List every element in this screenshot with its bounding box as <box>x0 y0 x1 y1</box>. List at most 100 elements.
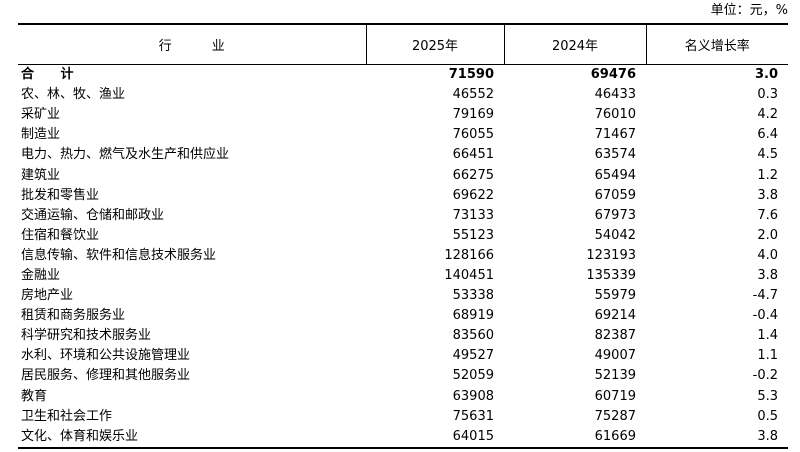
table-body: 合 计 71590 69476 3.0 农、林、牧、渔业 46552 46433 0.3 采矿业… <box>18 65 788 449</box>
value-2025: 73133 <box>452 207 494 223</box>
industry-name: 金融业 <box>21 267 61 283</box>
table-row: 制造业 76055 71467 6.4 <box>18 125 788 145</box>
header-growth: 名义增长率 <box>645 23 788 65</box>
value-2025: 66451 <box>452 147 494 163</box>
value-2024: 65494 <box>594 167 636 183</box>
industry-name: 水利、环境和公共设施管理业 <box>21 348 191 364</box>
table-row: 电力、热力、燃气及水生产和供应业 66451 63574 4.5 <box>18 145 788 165</box>
table-row: 农、林、牧、渔业 46552 46433 0.3 <box>18 85 788 105</box>
value-2024: 60719 <box>594 388 636 404</box>
growth-rate: 4.5 <box>757 147 778 163</box>
value-2024: 55979 <box>594 288 636 304</box>
value-2024: 49007 <box>594 348 636 364</box>
table-row: 金融业 140451 135339 3.8 <box>18 266 788 286</box>
growth-rate: 0.5 <box>757 408 778 424</box>
growth-rate: -0.4 <box>752 308 778 324</box>
industry-name: 交通运输、仓储和邮政业 <box>21 207 165 223</box>
table-row: 租赁和商务服务业 68919 69214 -0.4 <box>18 306 788 326</box>
growth-rate: 3.8 <box>757 267 778 283</box>
industry-name: 文化、体育和娱乐业 <box>18 426 366 449</box>
table-row: 文化、体育和娱乐业 64015 61669 3.8 <box>18 426 788 449</box>
table-row: 住宿和餐饮业 55123 54042 2.0 <box>18 226 788 246</box>
value-2025: 53338 <box>452 288 494 304</box>
value-2025: 76055 <box>452 127 494 143</box>
wage-table: 行 业 2025年 2024年 名义增长率 合 计 71590 69476 3.0 农、… <box>18 23 788 449</box>
table-row: 信息传输、软件和信息技术服务业 128166 123193 4.0 <box>18 246 788 266</box>
industry-name: 住宿和餐饮业 <box>21 227 100 243</box>
industry-name: 批发和零售业 <box>21 187 100 203</box>
growth-rate: 1.1 <box>757 348 778 364</box>
table-row: 居民服务、修理和其他服务业 52059 52139 -0.2 <box>18 366 788 386</box>
value-2024: 135339 <box>586 267 636 283</box>
growth-rate: 3.8 <box>646 426 788 449</box>
header-industry: 行 业 <box>18 23 366 65</box>
growth-rate: 3.8 <box>757 187 778 203</box>
table-row: 水利、环境和公共设施管理业 49527 49007 1.1 <box>18 346 788 366</box>
value-2025: 66275 <box>452 167 494 183</box>
value-2024: 67059 <box>594 187 636 203</box>
industry-name: 采矿业 <box>21 107 61 123</box>
value-2025: 64015 <box>366 426 504 449</box>
value-2025: 55123 <box>452 227 494 243</box>
header-2025: 2025年 <box>365 23 504 65</box>
value-2024: 69476 <box>590 67 636 83</box>
value-2024: 46433 <box>594 87 636 103</box>
value-2024: 75287 <box>594 408 636 424</box>
table-row: 科学研究和技术服务业 83560 82387 1.4 <box>18 326 788 346</box>
growth-rate: 6.4 <box>757 127 778 143</box>
value-2025: 68919 <box>452 308 494 324</box>
industry-name: 租赁和商务服务业 <box>21 308 126 324</box>
table-row: 交通运输、仓储和邮政业 73133 67973 7.6 <box>18 206 788 226</box>
value-2024: 123193 <box>586 247 636 263</box>
growth-rate: 4.0 <box>757 247 778 263</box>
growth-rate: 2.0 <box>757 227 778 243</box>
industry-name: 教育 <box>21 388 48 404</box>
industry-name: 农、林、牧、渔业 <box>21 87 126 103</box>
growth-rate: 5.3 <box>757 388 778 404</box>
header-2024: 2024年 <box>503 23 646 65</box>
growth-rate: 3.0 <box>754 67 778 83</box>
table-row: 建筑业 66275 65494 1.2 <box>18 165 788 185</box>
value-2025: 140451 <box>444 267 494 283</box>
value-2024: 69214 <box>594 308 636 324</box>
growth-rate: 1.2 <box>757 167 778 183</box>
growth-rate: 0.3 <box>757 87 778 103</box>
value-2025: 83560 <box>452 328 494 344</box>
value-2025: 46552 <box>452 87 494 103</box>
header-row: 行 业 2025年 2024年 名义增长率 <box>18 23 788 65</box>
value-2025: 75631 <box>452 408 494 424</box>
growth-rate: -4.7 <box>752 288 778 304</box>
value-2024: 82387 <box>594 328 636 344</box>
value-2024: 61669 <box>504 426 646 449</box>
value-2025: 49527 <box>452 348 494 364</box>
value-2025: 128166 <box>444 247 494 263</box>
value-2025: 63908 <box>452 388 494 404</box>
table-row: 教育 63908 60719 5.3 <box>18 387 788 407</box>
industry-name: 卫生和社会工作 <box>21 408 113 424</box>
growth-rate: 1.4 <box>757 328 778 344</box>
industry-name: 合 计 <box>21 67 85 83</box>
unit-label: 单位：元，% <box>710 3 788 18</box>
value-2024: 71467 <box>594 127 636 143</box>
value-2024: 63574 <box>594 147 636 163</box>
value-2025: 52059 <box>452 368 494 384</box>
industry-name: 科学研究和技术服务业 <box>21 328 152 344</box>
table-row: 卫生和社会工作 75631 75287 0.5 <box>18 407 788 427</box>
value-2024: 54042 <box>594 227 636 243</box>
industry-name: 制造业 <box>21 127 61 143</box>
value-2025: 69622 <box>452 187 494 203</box>
value-2024: 76010 <box>594 107 636 123</box>
value-2024: 67973 <box>594 207 636 223</box>
industry-name: 建筑业 <box>21 167 61 183</box>
growth-rate: 7.6 <box>757 207 778 223</box>
table-row: 采矿业 79169 76010 4.2 <box>18 105 788 125</box>
table-row: 房地产业 53338 55979 -4.7 <box>18 286 788 306</box>
industry-name: 信息传输、软件和信息技术服务业 <box>21 247 217 263</box>
growth-rate: 4.2 <box>757 107 778 123</box>
value-2024: 52139 <box>594 368 636 384</box>
total-row: 合 计 71590 69476 3.0 <box>18 65 788 86</box>
growth-rate: -0.2 <box>752 368 778 384</box>
industry-name: 房地产业 <box>21 288 74 304</box>
value-2025: 79169 <box>452 107 494 123</box>
table-row: 批发和零售业 69622 67059 3.8 <box>18 186 788 206</box>
